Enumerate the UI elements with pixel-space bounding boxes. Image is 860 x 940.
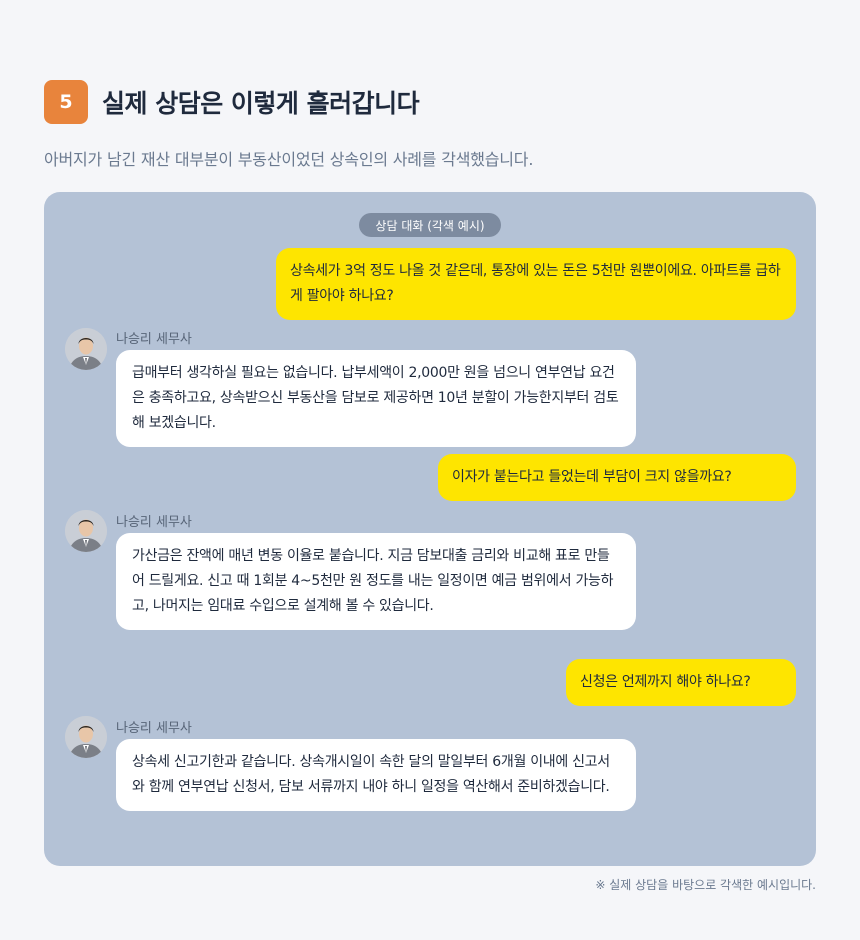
advisor-message-bubble: 급매부터 생각하실 필요는 없습니다. 납부세액이 2,000만 원을 넘으니 … (116, 350, 636, 447)
advisor-avatar-icon (65, 328, 107, 370)
section-subtitle: 아버지가 남긴 재산 대부분이 부동산이었던 상속인의 사례를 각색했습니다. (44, 150, 534, 169)
advisor-name: 나승리 세무사 (116, 332, 192, 347)
advisor-avatar-icon (65, 510, 107, 552)
advisor-name: 나승리 세무사 (116, 515, 192, 530)
page: 5 실제 상담은 이렇게 흘러갑니다 아버지가 남긴 재산 대부분이 부동산이었… (0, 0, 860, 940)
chat-panel: 상담 대화 (각색 예시) 상속세가 3억 정도 나올 것 같은데, 통장에 있… (44, 192, 816, 866)
advisor-message-bubble: 가산금은 잔액에 매년 변동 이율로 붙습니다. 지금 담보대출 금리와 비교해… (116, 533, 636, 630)
user-message-bubble: 이자가 붙는다고 들었는데 부담이 크지 않을까요? (438, 454, 796, 501)
footnote: ※ 실제 상담을 바탕으로 각색한 예시입니다. (595, 878, 816, 892)
section-title: 실제 상담은 이렇게 흘러갑니다 (102, 89, 420, 118)
chat-label-pill: 상담 대화 (각색 예시) (359, 213, 501, 237)
user-message-bubble: 신청은 언제까지 해야 하나요? (566, 659, 796, 706)
section-number-badge: 5 (44, 80, 88, 124)
user-message-bubble: 상속세가 3억 정도 나올 것 같은데, 통장에 있는 돈은 5천만 원뿐이에요… (276, 248, 796, 320)
advisor-avatar-icon (65, 716, 107, 758)
section-header: 5 실제 상담은 이렇게 흘러갑니다 (44, 80, 420, 124)
advisor-message-bubble: 상속세 신고기한과 같습니다. 상속개시일이 속한 달의 말일부터 6개월 이내… (116, 739, 636, 811)
advisor-name: 나승리 세무사 (116, 721, 192, 736)
